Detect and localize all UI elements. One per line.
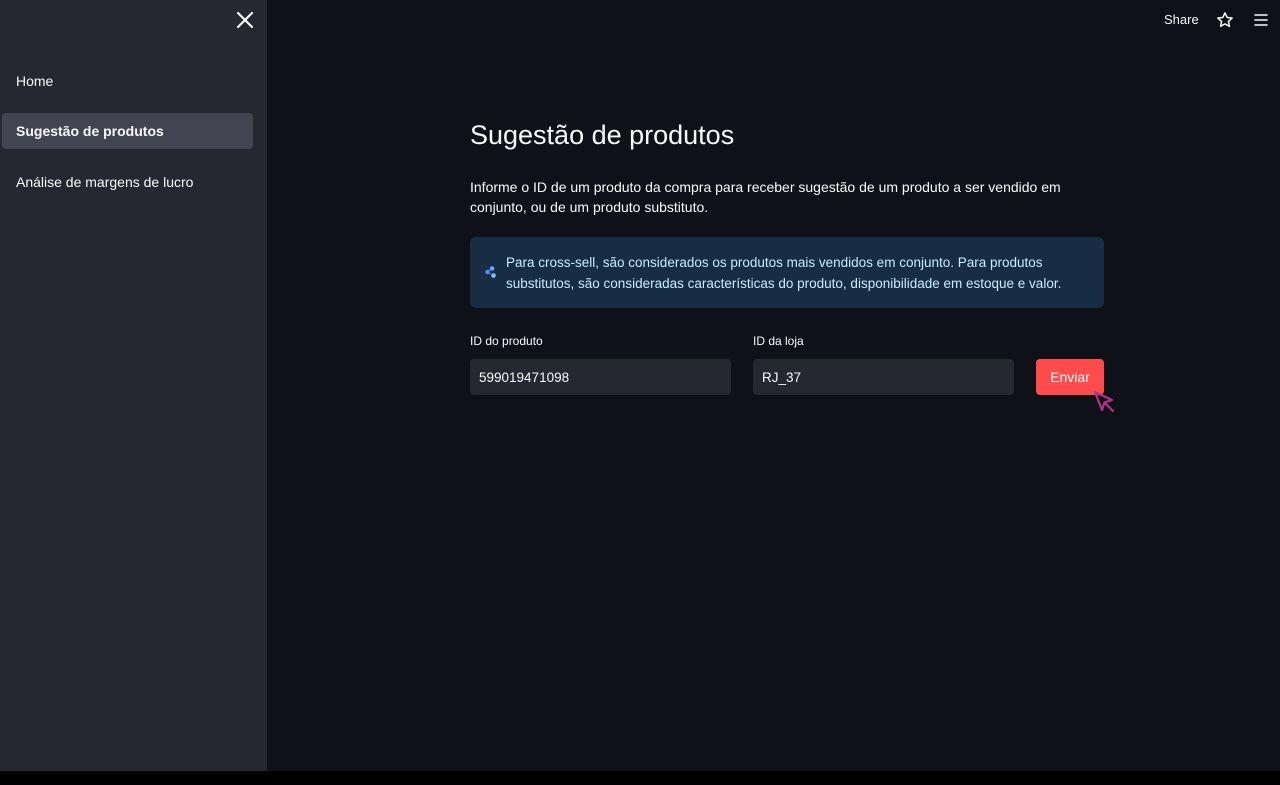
info-text: Para cross-sell, são considerados os pro… <box>506 255 1062 291</box>
bottom-bar <box>0 771 1280 785</box>
sidebar-item-home[interactable]: Home <box>2 63 253 99</box>
page-description: Informe o ID de um produto da compra par… <box>470 179 1061 215</box>
sidebar-item-sugestao-de-produtos[interactable]: Sugestão de produtos <box>2 113 253 149</box>
sidebar: Home Sugestão de produtos Análise de mar… <box>0 0 267 771</box>
product-id-input[interactable] <box>470 359 731 395</box>
sidebar-item-label: Home <box>16 73 54 89</box>
mouse-cursor-icon <box>1093 390 1117 414</box>
product-id-label: ID do produto <box>470 334 543 348</box>
store-id-label: ID da loja <box>753 334 804 348</box>
app-window: Home Sugestão de produtos Análise de mar… <box>0 0 1280 771</box>
hamburger-menu-icon[interactable] <box>1253 12 1269 28</box>
star-icon[interactable] <box>1216 11 1234 29</box>
sidebar-item-label: Sugestão de produtos <box>16 123 164 139</box>
share-button[interactable]: Share <box>1164 12 1199 27</box>
page-title: Sugestão de produtos <box>470 120 735 150</box>
close-icon[interactable] <box>235 10 255 30</box>
sidebar-item-analise-de-margens[interactable]: Análise de margens de lucro <box>2 164 253 200</box>
info-alert: Para cross-sell, são considerados os pro… <box>470 237 1104 308</box>
molecule-icon <box>484 265 498 279</box>
sidebar-item-label: Análise de margens de lucro <box>16 174 194 190</box>
store-id-input[interactable] <box>753 359 1014 395</box>
